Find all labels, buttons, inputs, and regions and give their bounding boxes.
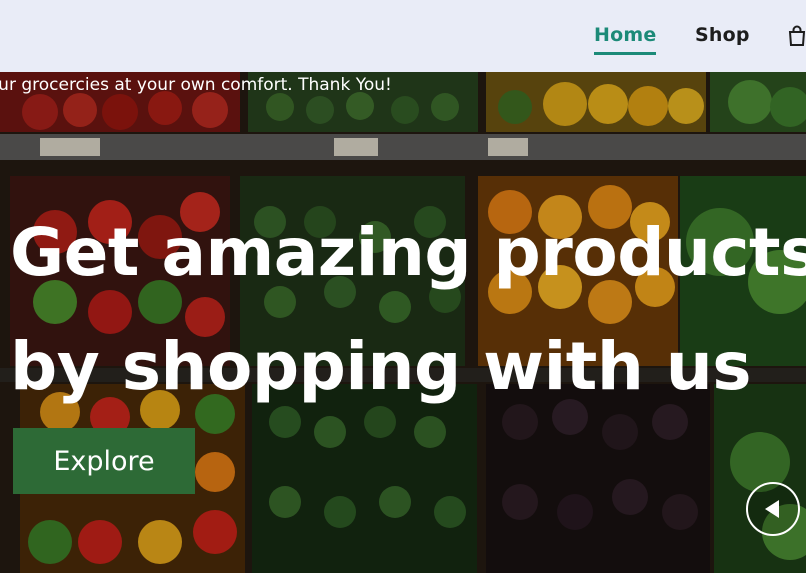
hero-headline-line-2: by shopping with us xyxy=(10,328,752,405)
hero-headline-line-1: Get amazing products xyxy=(10,214,806,291)
hero-banner: Get your grocercies at your own comfort.… xyxy=(0,72,806,573)
play-left-icon xyxy=(765,500,779,518)
announcement-ticker: Get your grocercies at your own comfort.… xyxy=(0,75,392,95)
hero-headline: Get amazing products by shopping with us xyxy=(10,196,806,424)
nav-shop-link[interactable]: Shop xyxy=(695,24,750,46)
explore-button[interactable]: Explore xyxy=(13,428,195,494)
shopping-bag-icon[interactable] xyxy=(788,25,806,47)
nav-home-link[interactable]: Home xyxy=(594,24,657,55)
top-navbar: Home Shop xyxy=(0,0,806,72)
slider-prev-button[interactable] xyxy=(746,482,800,536)
